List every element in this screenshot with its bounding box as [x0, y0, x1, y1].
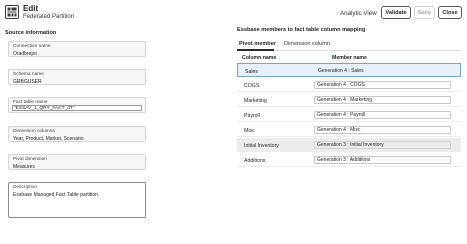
pivot-dimension-label: Pivot dimension	[13, 157, 47, 162]
cube-grid-icon	[5, 5, 19, 19]
tab-pivot-member[interactable]: Pivot member	[239, 41, 276, 47]
row-member-input[interactable]: Generation 4 : Misc	[314, 125, 451, 134]
table-row[interactable]: Marketing Generation 4 : Marketing	[237, 93, 461, 107]
dimension-columns-field: Dimension columns Year, Product, Market,…	[8, 126, 146, 142]
dimension-columns-value: Year, Product, Market, Scenario	[13, 135, 84, 142]
pivot-dimension-field: Pivot dimension Measures	[8, 154, 146, 170]
table-row[interactable]: COGS Generation 4 : COGS	[237, 78, 461, 92]
page-title: Edit	[23, 4, 39, 13]
source-information-heading: Source information	[5, 30, 57, 36]
row-column-name: COGS	[244, 82, 260, 89]
active-tab-indicator	[237, 49, 274, 51]
close-button[interactable]: Close	[438, 6, 462, 19]
save-button[interactable]: Save	[414, 6, 435, 19]
row-column-name: Initial Inventory	[244, 142, 279, 149]
page-header: Edit Federated Partition Analytic View V…	[0, 0, 467, 26]
fact-table-name-input[interactable]: "ESSAV_1_QRY_FACT_dT"	[12, 105, 142, 111]
table-row[interactable]: Payroll Generation 4 : Payroll	[237, 108, 461, 122]
pivot-dimension-value: Measures	[13, 163, 35, 170]
table-row[interactable]: Initial Inventory Generation 3 : Initial…	[237, 138, 461, 152]
connection-name-field: Connection name Oradbrepo	[8, 41, 146, 57]
tab-dimension-column[interactable]: Dimension column	[284, 41, 330, 47]
connection-name-value: Oradbrepo	[13, 50, 37, 57]
member-name-header: Member name	[332, 55, 367, 61]
page-subtitle: Federated Partition	[23, 14, 75, 20]
schema-name-field: Schema name GRBGUSER	[8, 69, 146, 85]
validate-button[interactable]: Validate	[381, 6, 411, 19]
row-member-input[interactable]: Generation 3 : Initial Inventory	[314, 140, 451, 149]
row-column-name: Payroll	[244, 112, 260, 119]
column-name-header: Column name	[242, 55, 277, 61]
dimension-columns-label: Dimension columns	[13, 129, 55, 134]
schema-name-label: Schema name	[13, 72, 44, 77]
row-member-input[interactable]: Generation 4 : Sales	[315, 66, 452, 75]
row-column-name: Additions	[244, 157, 266, 164]
fact-table-name-field[interactable]: Fact table name "ESSAV_1_QRY_FACT_dT"	[8, 97, 146, 113]
table-row[interactable]: Misc Generation 4 : Misc	[237, 123, 461, 137]
analytic-view-label: Analytic View	[340, 10, 377, 17]
mapping-heading: Essbase members to fact table column map…	[237, 27, 366, 33]
table-row[interactable]: Sales Generation 4 : Sales	[237, 63, 461, 77]
row-column-name: Misc	[244, 127, 255, 134]
row-member-input[interactable]: Generation 4 : Payroll	[314, 110, 451, 119]
description-label: Description	[13, 185, 37, 190]
row-member-input[interactable]: Generation 3 : Additions	[314, 155, 451, 164]
description-field[interactable]: Description Essbase Managed Fact Table p…	[8, 182, 146, 218]
row-member-input[interactable]: Generation 4 : Marketing	[314, 95, 451, 104]
table-row[interactable]: Additions Generation 3 : Additions	[237, 153, 461, 167]
connection-name-label: Connection name	[13, 44, 51, 49]
description-value[interactable]: Essbase Managed Fact Table partition	[13, 192, 98, 198]
row-column-name: Sales	[245, 68, 258, 75]
row-column-name: Marketing	[244, 97, 267, 104]
schema-name-value: GRBGUSER	[13, 78, 42, 85]
row-member-input[interactable]: Generation 4 : COGS	[314, 80, 451, 89]
